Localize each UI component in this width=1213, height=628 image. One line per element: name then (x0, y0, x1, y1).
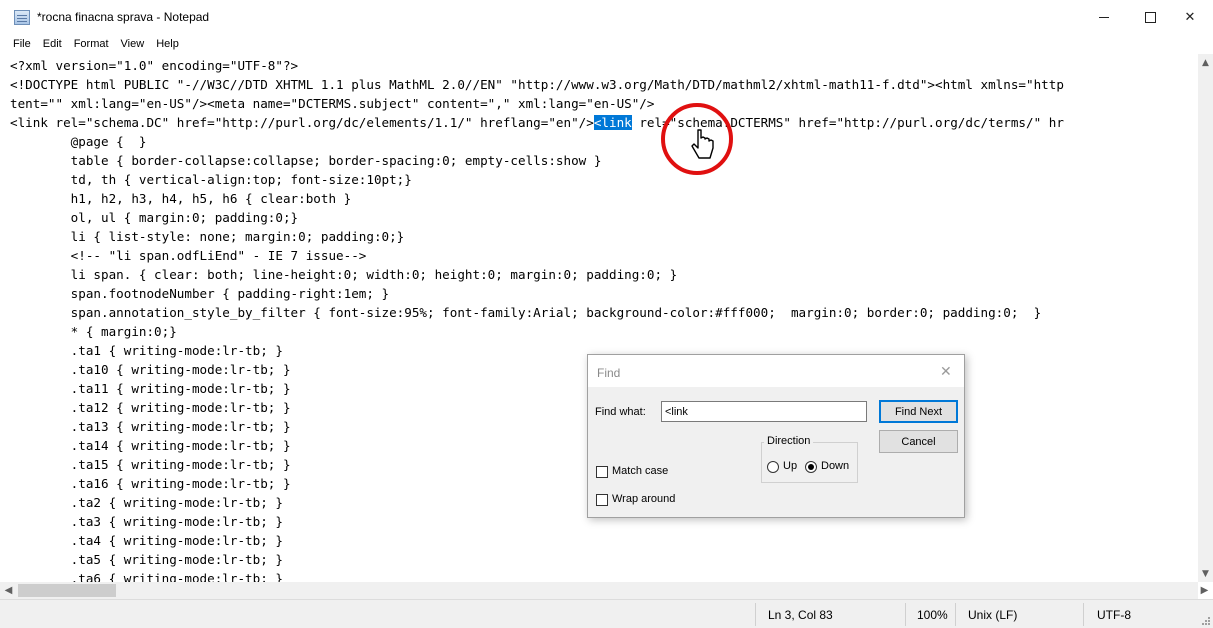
find-dialog-title-bar[interactable]: Find ✕ (588, 355, 964, 387)
match-case-checkbox[interactable] (596, 466, 608, 478)
editor-line: <!DOCTYPE html PUBLIC "-//W3C//DTD XHTML… (10, 77, 1064, 92)
editor-line: span.annotation_style_by_filter { font-s… (10, 305, 1042, 320)
editor-line: @page { } (10, 134, 147, 149)
status-separator (755, 603, 756, 626)
editor-line: h1, h2, h3, h4, h5, h6 { clear:both } (10, 191, 352, 206)
selected-text: <link (593, 115, 632, 130)
editor-line: span.footnodeNumber { padding-right:1em;… (10, 286, 390, 301)
editor-line: .ta12 { writing-mode:lr-tb; } (10, 400, 291, 415)
editor-line: li { list-style: none; margin:0; padding… (10, 229, 405, 244)
scroll-left-icon[interactable]: ◀ (0, 582, 17, 599)
status-encoding: UTF-8 (1097, 608, 1131, 622)
editor-line: .ta13 { writing-mode:lr-tb; } (10, 419, 291, 434)
status-bar: Ln 3, Col 83 100% Unix (LF) UTF-8 (0, 599, 1213, 628)
editor-line: <?xml version="1.0" encoding="UTF-8"?> (10, 58, 299, 73)
editor-line: .ta6 { writing-mode:lr-tb; } (10, 571, 283, 582)
editor-line: .ta10 { writing-mode:lr-tb; } (10, 362, 291, 377)
editor-line: .ta1 { writing-mode:lr-tb; } (10, 343, 283, 358)
horizontal-scrollbar[interactable]: ◀ ▶ (0, 582, 1208, 599)
menu-view[interactable]: View (115, 38, 151, 50)
editor-line: .ta15 { writing-mode:lr-tb; } (10, 457, 291, 472)
editor-line: li span. { clear: both; line-height:0; w… (10, 267, 678, 282)
status-separator (955, 603, 956, 626)
editor-line: .ta5 { writing-mode:lr-tb; } (10, 552, 283, 567)
editor-line: .ta3 { writing-mode:lr-tb; } (10, 514, 283, 529)
find-what-input[interactable] (661, 401, 867, 422)
direction-down-label[interactable]: Down (821, 460, 849, 472)
menu-format[interactable]: Format (68, 38, 115, 50)
editor-line: .ta16 { writing-mode:lr-tb; } (10, 476, 291, 491)
scroll-right-icon[interactable]: ▶ (1196, 582, 1213, 599)
status-zoom: 100% (917, 608, 948, 622)
status-line-endings: Unix (LF) (968, 608, 1018, 622)
wrap-around-label[interactable]: Wrap around (612, 493, 675, 505)
close-button[interactable]: ✕ (1167, 0, 1213, 34)
direction-down-radio[interactable] (805, 461, 817, 473)
close-icon: ✕ (1184, 9, 1196, 25)
editor-line: <!-- "li span.odfLiEnd" - IE 7 issue--> (10, 248, 367, 263)
status-separator (905, 603, 906, 626)
notepad-icon[interactable] (14, 10, 30, 25)
title-bar: *rocna finacna sprava - Notepad ✕ (0, 0, 1213, 34)
menu-bar: File Edit Format View Help (0, 34, 1213, 54)
find-dialog: Find ✕ Find what: Find Next Cancel Direc… (587, 354, 965, 518)
status-separator (1083, 603, 1084, 626)
scroll-up-icon[interactable]: ▲ (1198, 54, 1213, 71)
menu-edit[interactable]: Edit (37, 38, 68, 50)
menu-file[interactable]: File (7, 38, 37, 50)
menu-help[interactable]: Help (150, 38, 185, 50)
find-what-label: Find what: (595, 406, 646, 418)
horizontal-scroll-thumb[interactable] (18, 584, 116, 597)
line-text: <link rel="schema.DC" href="http://purl.… (10, 115, 594, 130)
editor-line: .ta2 { writing-mode:lr-tb; } (10, 495, 283, 510)
find-next-button[interactable]: Find Next (879, 400, 958, 423)
status-position: Ln 3, Col 83 (768, 608, 833, 622)
direction-label: Direction (764, 435, 814, 447)
editor-line: * { margin:0;} (10, 324, 177, 339)
wrap-around-checkbox[interactable] (596, 494, 608, 506)
editor-line: .ta11 { writing-mode:lr-tb; } (10, 381, 291, 396)
direction-up-radio[interactable] (767, 461, 779, 473)
minimize-button[interactable] (1081, 0, 1127, 34)
match-case-label[interactable]: Match case (612, 465, 668, 477)
editor-line: ol, ul { margin:0; padding:0;} (10, 210, 299, 225)
find-dialog-title: Find (597, 366, 621, 380)
find-dialog-close-icon[interactable]: ✕ (940, 363, 952, 380)
cancel-button[interactable]: Cancel (879, 430, 958, 453)
window-title: *rocna finacna sprava - Notepad (37, 10, 210, 24)
editor-line-current: <link rel="schema.DC" href="http://purl.… (10, 113, 1064, 132)
editor-line: .ta4 { writing-mode:lr-tb; } (10, 533, 283, 548)
mouse-pointer-icon (691, 129, 714, 159)
editor-line: .ta14 { writing-mode:lr-tb; } (10, 438, 291, 453)
scroll-down-icon[interactable]: ▼ (1198, 565, 1213, 582)
editor-line: table { border-collapse:collapse; border… (10, 153, 602, 168)
vertical-scrollbar[interactable]: ▲ ▼ (1198, 54, 1213, 582)
editor-line: tent="" xml:lang="en-US"/><meta name="DC… (10, 96, 655, 111)
editor-line: td, th { vertical-align:top; font-size:1… (10, 172, 412, 187)
resize-grip-icon[interactable] (1201, 616, 1211, 626)
direction-up-label[interactable]: Up (783, 460, 797, 472)
